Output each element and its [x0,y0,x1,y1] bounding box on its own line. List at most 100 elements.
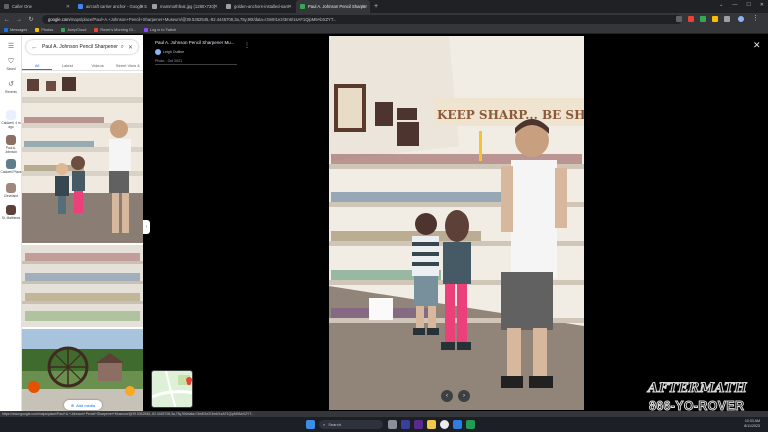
back-arrow-icon[interactable]: ← [31,44,38,51]
bookmark-item[interactable]: Rover's Morning Gl... [94,27,136,32]
app-icon[interactable] [453,420,462,429]
extension-icon[interactable] [688,16,694,22]
tab-all[interactable]: All [22,61,53,70]
reload-icon[interactable]: ↻ [26,16,36,23]
bookmark-label: Log in to Twitch [149,27,177,32]
forward-arrow-icon[interactable]: → [14,17,24,23]
back-arrow-icon[interactable]: ← [2,17,12,23]
tab-close-icon[interactable]: ✕ [66,4,70,10]
menu-button[interactable]: ☰ [0,43,22,52]
bookmark-label: Photos [41,27,54,32]
add-photo-icon: ⊕ [70,402,75,408]
collapse-panel-button[interactable]: ‹ [143,220,150,234]
photo-filter-tabs: All Latest Videos Street View & 360° [22,61,143,78]
search-input[interactable]: Paul A. Johnson Pencil Sharpener [42,44,121,50]
next-photo-button[interactable]: › [458,390,470,402]
window-controls: ⌄ — ☐ ✕ [719,2,764,8]
bookmark-favicon-icon [94,27,99,32]
close-window-icon[interactable]: ✕ [760,2,764,8]
extension-icon[interactable] [712,16,718,22]
rail-item-label: Cleveland [3,194,19,198]
photo-thumbnail[interactable] [22,245,143,327]
rail-item-place[interactable]: Cleveland [0,183,22,198]
tab-street-view[interactable]: Street View & 360° [113,61,143,78]
rail-item-place[interactable]: St. Matthews [0,205,22,220]
chevron-down-icon[interactable]: ⌄ [719,2,723,8]
chrome-icon[interactable] [440,420,449,429]
taskbar-clock[interactable]: 10:33 AM 8/11/2023 [744,419,760,429]
bookmark-item[interactable]: Photos [35,27,54,32]
task-view-icon[interactable] [388,420,397,429]
tab-latest[interactable]: Latest [52,61,82,70]
screen: Caller One ✕ aircraft carrier anchor - G… [0,0,768,432]
minimap[interactable] [151,370,193,408]
clear-icon[interactable]: ✕ [128,44,133,51]
browser-tab[interactable]: golden-anchors-installed-sam ✕ [222,0,296,13]
rail-item-place[interactable]: Caldwell Plaza [0,159,22,174]
more-options-icon[interactable]: ⋮ [244,42,250,49]
new-tab-icon[interactable]: + [374,3,378,10]
main-photo[interactable]: KEEP SHARP... BE SHARP [329,36,614,410]
maximize-icon[interactable]: ☐ [746,2,750,8]
windows-taskbar: ⌕ Search 10:33 AM 8/11/2023 [0,417,768,432]
bookmark-label: Rover's Morning Gl... [100,27,136,32]
menu-icon: ☰ [7,43,15,50]
browser-menu-icon[interactable]: ⋮ [752,14,759,22]
photo-author[interactable]: Leigh Outline [155,49,237,55]
extension-icon[interactable] [676,16,682,22]
bookmark-item[interactable]: JumpCloud [61,27,86,32]
photo-thumbnail[interactable] [22,329,143,411]
rail-item-label: Caldwell Plaza [0,170,22,174]
add-media-button[interactable]: ⊕ Add media [64,400,102,410]
profile-avatar-icon[interactable] [738,16,744,22]
tab-close-icon[interactable]: ✕ [288,4,292,10]
tab-label: Caller One [12,4,33,9]
place-thumbnail [6,159,16,169]
extension-icon[interactable] [700,16,706,22]
extensions-puzzle-icon[interactable] [724,16,730,22]
address-bar[interactable]: google.com/maps/place/Paul+A.+Johnson+Pe… [42,15,682,24]
bookmark-favicon-icon [35,27,40,32]
windows-start-icon[interactable] [306,420,315,429]
app-icon[interactable] [466,420,475,429]
tab-videos[interactable]: Videos [83,61,113,70]
bookmark-icon: ⛉ [8,58,14,65]
rail-item-location[interactable]: Caldwell, 4 m ago [0,110,22,129]
taskbar-search[interactable]: ⌕ Search [319,420,383,429]
search-icon[interactable]: ⌕ [121,44,124,51]
bookmark-favicon-icon [143,27,148,32]
bookmark-item[interactable]: Messages [4,27,28,32]
browser-tab[interactable]: aircraft carrier anchor - Google S ✕ [74,0,148,13]
bookmark-label: Messages [10,27,28,32]
photo-thumbnail[interactable] [22,73,143,243]
tab-close-icon[interactable]: ✕ [140,4,144,10]
rail-item-saved[interactable]: ⛉ Saved [0,58,22,71]
browser-tab[interactable]: mammothfeat.jpg (1280×720) ✕ [148,0,222,13]
app-icon[interactable] [414,420,423,429]
app-icon[interactable] [401,420,410,429]
file-explorer-icon[interactable] [427,420,436,429]
search-box[interactable]: ← Paul A. Johnson Pencil Sharpener ⌕ ✕ [26,40,138,54]
rail-item-label: St. Matthews [1,216,21,220]
tab-favicon-icon [78,4,83,9]
history-icon: ↺ [8,81,14,88]
browser-tab-active[interactable]: Paul A. Johnson Pencil Sharper ✕ [296,0,370,13]
tab-close-icon[interactable]: ✕ [214,4,218,10]
minimize-icon[interactable]: — [732,2,737,8]
bookmark-item[interactable]: Log in to Twitch [143,27,177,32]
rail-item-recents[interactable]: ↺ Recents [0,81,22,94]
browser-tab[interactable]: Caller One ✕ [0,0,74,13]
search-icon: ⌕ [323,422,326,427]
tab-close-icon[interactable]: ✕ [362,4,366,10]
watermark-aftermath: AFTERMATH [647,381,748,397]
place-thumbnail [6,135,16,145]
avatar [155,49,161,55]
bookmarks-bar: Messages Photos JumpCloud Rover's Mornin… [0,26,768,34]
rail-item-place[interactable]: Paul A. Johnson [0,135,22,154]
location-icon [6,110,16,120]
place-thumbnail [6,205,16,215]
close-viewer-icon[interactable]: ✕ [753,40,761,51]
previous-photo-button[interactable]: ‹ [441,390,453,402]
bookmark-favicon-icon [4,27,8,32]
photo-title: Paul A. Johnson Pencil Sharpener Mu... [155,40,235,45]
